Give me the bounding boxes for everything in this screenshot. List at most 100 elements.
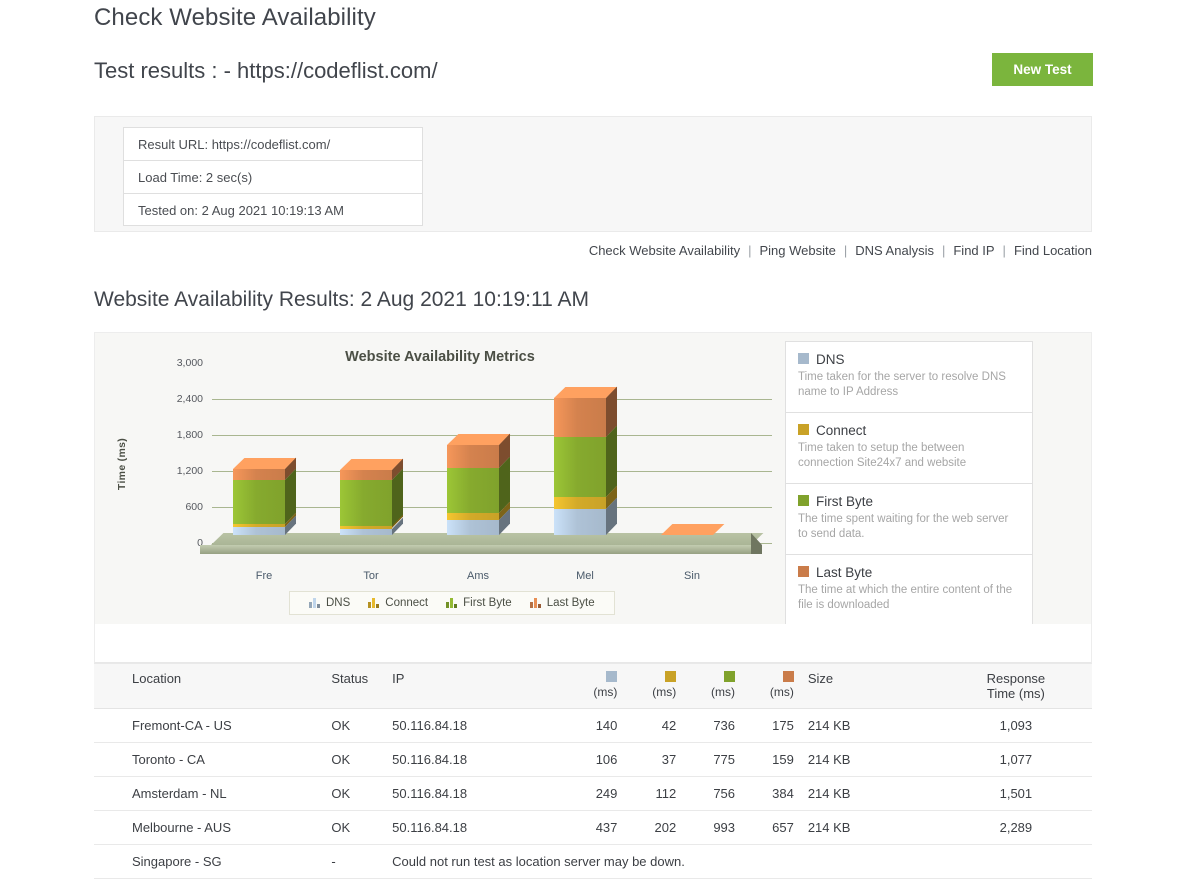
chart-bar-segment-dns (233, 515, 296, 535)
cell-ip: 50.116.84.18 (392, 742, 565, 777)
chart-bar-segment-first-byte (554, 425, 617, 497)
cell-response-time: 2,289 (939, 810, 1092, 845)
chart-bar-segment-last-byte (447, 433, 510, 468)
result-summary-list: Result URL: https://codeflist.com/ Load … (123, 127, 423, 226)
cell-location: Melbourne - AUS (94, 810, 332, 845)
legend-card-description: Time taken to setup the between connecti… (798, 442, 967, 469)
bar-chart-icon (529, 597, 542, 608)
chart-x-tick: Ams (467, 570, 489, 582)
cell-connect-ms: 112 (623, 776, 683, 811)
result-url-row: Result URL: https://codeflist.com/ (123, 127, 423, 160)
header-ip: IP (392, 663, 565, 709)
availability-results-heading: Website Availability Results: 2 Aug 2021… (94, 288, 589, 311)
chart-bar-segment-dns (554, 497, 617, 535)
cell-location: Fremont-CA - US (94, 708, 332, 743)
color-swatch-icon (798, 566, 809, 577)
legend-card-description: Time taken for the server to resolve DNS… (798, 371, 1006, 398)
tool-nav-links: Check Website Availability | Ping Website |… (94, 243, 1092, 258)
chart-legend-item-first-byte[interactable]: First Byte (446, 597, 512, 609)
cell-dns-ms: 106 (564, 742, 624, 777)
cell-ip: 50.116.84.18 (392, 810, 565, 845)
chart-y-axis-label: Time (ms) (116, 437, 128, 491)
cell-last-byte-ms: 175 (741, 708, 800, 743)
new-test-button[interactable]: New Test (992, 53, 1093, 86)
cell-status: OK (331, 810, 393, 845)
chart-y-ticks: 3,000 2,400 1,800 1,200 600 0 (143, 357, 203, 549)
load-time-row: Load Time: 2 sec(s) (123, 160, 423, 193)
cell-status: OK (331, 776, 393, 811)
chart-legend-item-dns[interactable]: DNS (309, 597, 350, 609)
chart-x-tick: Fre (255, 570, 273, 582)
nav-link-ping-website[interactable]: Ping Website (759, 243, 835, 258)
nav-link-dns-analysis[interactable]: DNS Analysis (855, 243, 934, 258)
bar-chart-icon (446, 597, 458, 608)
header-location: Location (94, 663, 332, 709)
header-ms-label: (ms) (593, 685, 618, 699)
chart-bar-segment-first-byte (340, 468, 403, 527)
nav-separator: | (1002, 243, 1006, 258)
legend-card-first-byte: First Byte The time spent waiting for the… (785, 483, 1033, 554)
test-results-subtitle: Test results : - https://codeflist.com/ (94, 58, 438, 83)
legend-card-title: First Byte (798, 494, 1020, 509)
chart-bar-segment-first-byte (447, 456, 510, 514)
nav-link-find-ip[interactable]: Find IP (953, 243, 994, 258)
results-table-head: Location Status IP (ms) (ms) (ms) (ms) S… (94, 663, 1092, 709)
cell-last-byte-ms: 657 (741, 810, 800, 845)
cell-size: 214 KB (799, 810, 940, 845)
cell-dns-ms: 249 (564, 776, 624, 811)
legend-card-name: Connect (816, 423, 867, 438)
results-table-body: Fremont-CA - US OK 50.116.84.18 140 42 736 175… (94, 708, 1092, 879)
chart-legend-item-connect[interactable]: Connect (368, 597, 428, 609)
cell-last-byte-ms: 384 (741, 776, 800, 811)
chart-bar-segment-connect (447, 501, 510, 521)
cell-first-byte-ms: 736 (682, 708, 742, 743)
cell-connect-ms: 42 (623, 708, 683, 743)
header-response-line2: Time (ms) (986, 686, 1045, 701)
legend-card-description: The time at which the entire content of … (798, 584, 1013, 611)
table-row: Fremont-CA - US OK 50.116.84.18 140 42 736 175… (94, 708, 1092, 743)
chart-y-tick: 0 (197, 537, 203, 549)
cell-location: Toronto - CA (94, 742, 332, 777)
header-response-time: Response Time (ms) (939, 663, 1092, 709)
chart-legend-label: Connect (385, 597, 429, 609)
table-row: Amsterdam - NL OK 50.116.84.18 249 112 756 384… (94, 776, 1092, 811)
result-summary-panel: Result URL: https://codeflist.com/ Load … (94, 116, 1092, 232)
chart-y-tick: 2,400 (176, 393, 203, 405)
bar-chart-icon (309, 597, 321, 608)
nav-link-check-website-availability[interactable]: Check Website Availability (589, 243, 740, 258)
chart-bar-segment-connect (554, 485, 617, 509)
cell-size: 214 KB (799, 742, 940, 777)
legend-card-last-byte: Last Byte The time at which the entire co… (785, 554, 1033, 626)
cell-connect-ms: 37 (623, 742, 683, 777)
legend-card-connect: Connect Time taken to setup the between c… (785, 412, 1033, 483)
legend-card-title: Connect (798, 423, 1020, 438)
chart-legend-item-last-byte[interactable]: Last Byte (529, 597, 595, 609)
legend-card-description: The time spent waiting for the web serve… (798, 513, 1009, 540)
legend-card-title: Last Byte (798, 565, 1020, 580)
table-row: Toronto - CA OK 50.116.84.18 106 37 775 159 214… (94, 742, 1092, 777)
header-response-line1: Response (986, 671, 1046, 686)
cell-first-byte-ms: 993 (682, 810, 742, 845)
chart-bar-segment-last-byte (554, 386, 617, 438)
connect-color-swatch-icon (665, 671, 677, 682)
cell-ip: 50.116.84.18 (392, 776, 565, 811)
chart-bar-segment-last-byte (340, 458, 403, 480)
nav-link-find-location[interactable]: Find Location (1014, 243, 1092, 258)
page-root: Check Website Availability Test results … (0, 0, 1200, 883)
cell-last-byte-ms: 159 (741, 742, 800, 777)
tested-on-row: Tested on: 2 Aug 2021 10:19:13 AM (123, 193, 423, 226)
chart-panel: Website Availability Metrics Time (ms) 3… (94, 332, 1092, 626)
legend-card-dns: DNS Time taken for the server to resolve … (785, 341, 1033, 412)
header-ms-label: (ms) (711, 685, 736, 699)
table-row: Singapore - SG - Could not run test as loc… (94, 844, 1092, 879)
first-byte-color-swatch-icon (724, 671, 736, 682)
chart-x-tick: Tor (363, 570, 379, 582)
legend-card-title: DNS (798, 352, 1020, 367)
chart-legend: DNS Connect First Byte Last Byte (289, 591, 615, 615)
availability-chart: Time (ms) 3,000 2,400 1,800 1,200 600 0 Fre To… (95, 357, 785, 607)
results-table: Location Status IP (ms) (ms) (ms) (ms) S… (94, 663, 1092, 879)
header-size: Size (799, 663, 940, 709)
header-ms-label: (ms) (652, 685, 677, 699)
cell-dns-ms: 140 (564, 708, 624, 743)
cell-ip: 50.116.84.18 (392, 708, 565, 743)
